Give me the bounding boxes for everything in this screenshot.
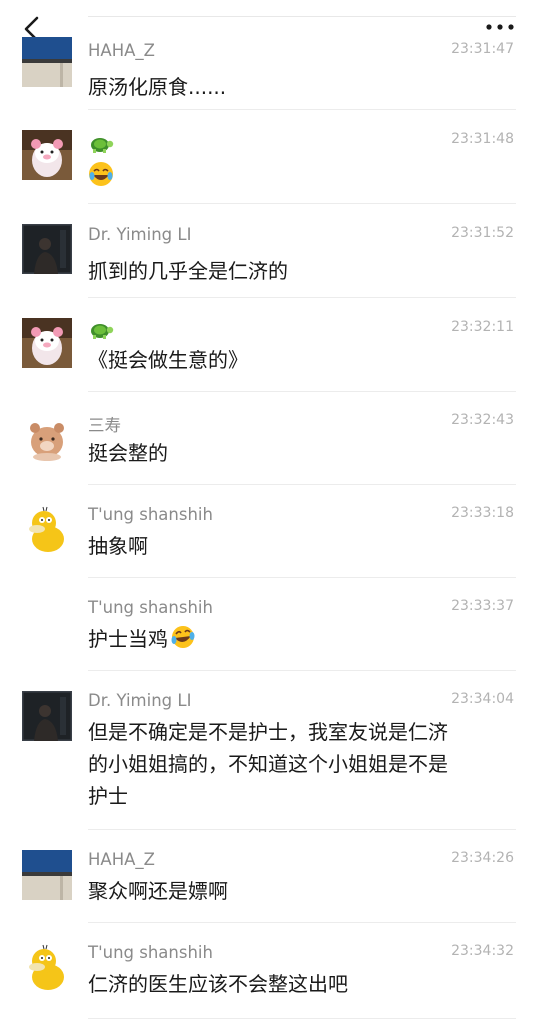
message-item: 三寿 23:32:43 挺会整的 (0, 392, 536, 485)
message-text: 仁济的医生应该不会整这出吧 (88, 972, 348, 996)
avatar[interactable] (22, 505, 72, 555)
message-text: 《挺会做生意的》 (88, 348, 248, 372)
message-text-line: 但是不确定是不是护士，我室友说是仁济 (88, 720, 448, 744)
avatar[interactable] (22, 318, 72, 368)
message-time: 23:33:18 (451, 505, 514, 521)
message-time: 23:34:04 (451, 691, 514, 707)
sender-name: T'ung shanshih (88, 598, 213, 617)
sender-name: T'ung shanshih (88, 505, 213, 524)
sender-name: T'ung shanshih (88, 943, 213, 962)
message-text: 聚众啊还是嫖啊 (88, 879, 228, 903)
message-text: 抽象啊 (88, 534, 148, 558)
message-item: T'ung shanshih 23:34:32 仁济的医生应该不会整这出吧 (0, 923, 536, 1019)
avatar[interactable] (22, 130, 72, 180)
message-time: 23:32:11 (451, 319, 514, 335)
avatar[interactable] (22, 412, 72, 462)
avatar[interactable] (22, 850, 72, 900)
turtle-icon (91, 138, 114, 153)
divider (88, 1018, 516, 1019)
top-divider (88, 16, 516, 17)
message-text-line: 的小姐姐搞的，不知道这个小姐姐是不是 (88, 752, 448, 776)
message-text: 但是不确定是不是护士，我室友说是仁济 的小姐姐搞的，不知道这个小姐姐是不是 护士 (88, 716, 508, 812)
message-text-line: 护士 (88, 784, 128, 808)
message-item: HAHA_Z 23:34:26 聚众啊还是嫖啊 (0, 830, 536, 923)
sender-name: Dr. Yiming LI (88, 225, 192, 244)
message-time: 23:33:37 (451, 598, 514, 614)
avatar[interactable] (22, 224, 72, 274)
message-item: T'ung shanshih 23:33:37 护士当鸡 (0, 578, 536, 671)
laughing-tears-emoji (89, 162, 113, 186)
laughing-tears-emoji (171, 626, 195, 648)
message-time: 23:34:26 (451, 850, 514, 866)
sender-name: Dr. Yiming LI (88, 691, 192, 710)
avatar[interactable] (22, 943, 72, 993)
message-time: 23:31:52 (451, 225, 514, 241)
message-text-content: 护士当鸡 (88, 627, 168, 651)
message-item: 23:31:48 (0, 110, 536, 204)
avatar[interactable] (22, 691, 72, 741)
message-item: 23:32:11 《挺会做生意的》 (0, 298, 536, 392)
sender-name: HAHA_Z (88, 41, 155, 60)
message-text: 抓到的几乎全是仁济的 (88, 259, 288, 283)
message-text: 挺会整的 (88, 441, 168, 465)
message-item: Dr. Yiming LI 23:34:04 但是不确定是不是护士，我室友说是仁… (0, 671, 536, 830)
message-item: Dr. Yiming LI 23:31:52 抓到的几乎全是仁济的 (0, 204, 536, 298)
message-text: 护士当鸡 (88, 623, 508, 655)
message-text: 原汤化原食...... (88, 75, 227, 99)
sender-name: 三寿 (88, 416, 121, 435)
message-item: HAHA_Z 23:31:47 原汤化原食...... (0, 24, 536, 110)
sender-name: HAHA_Z (88, 850, 155, 869)
message-time: 23:31:48 (451, 131, 514, 147)
avatar[interactable] (22, 37, 72, 87)
message-time: 23:32:43 (451, 412, 514, 428)
turtle-icon (91, 324, 114, 339)
message-item: T'ung shanshih 23:33:18 抽象啊 (0, 485, 536, 578)
message-time: 23:31:47 (451, 41, 514, 57)
message-time: 23:34:32 (451, 943, 514, 959)
